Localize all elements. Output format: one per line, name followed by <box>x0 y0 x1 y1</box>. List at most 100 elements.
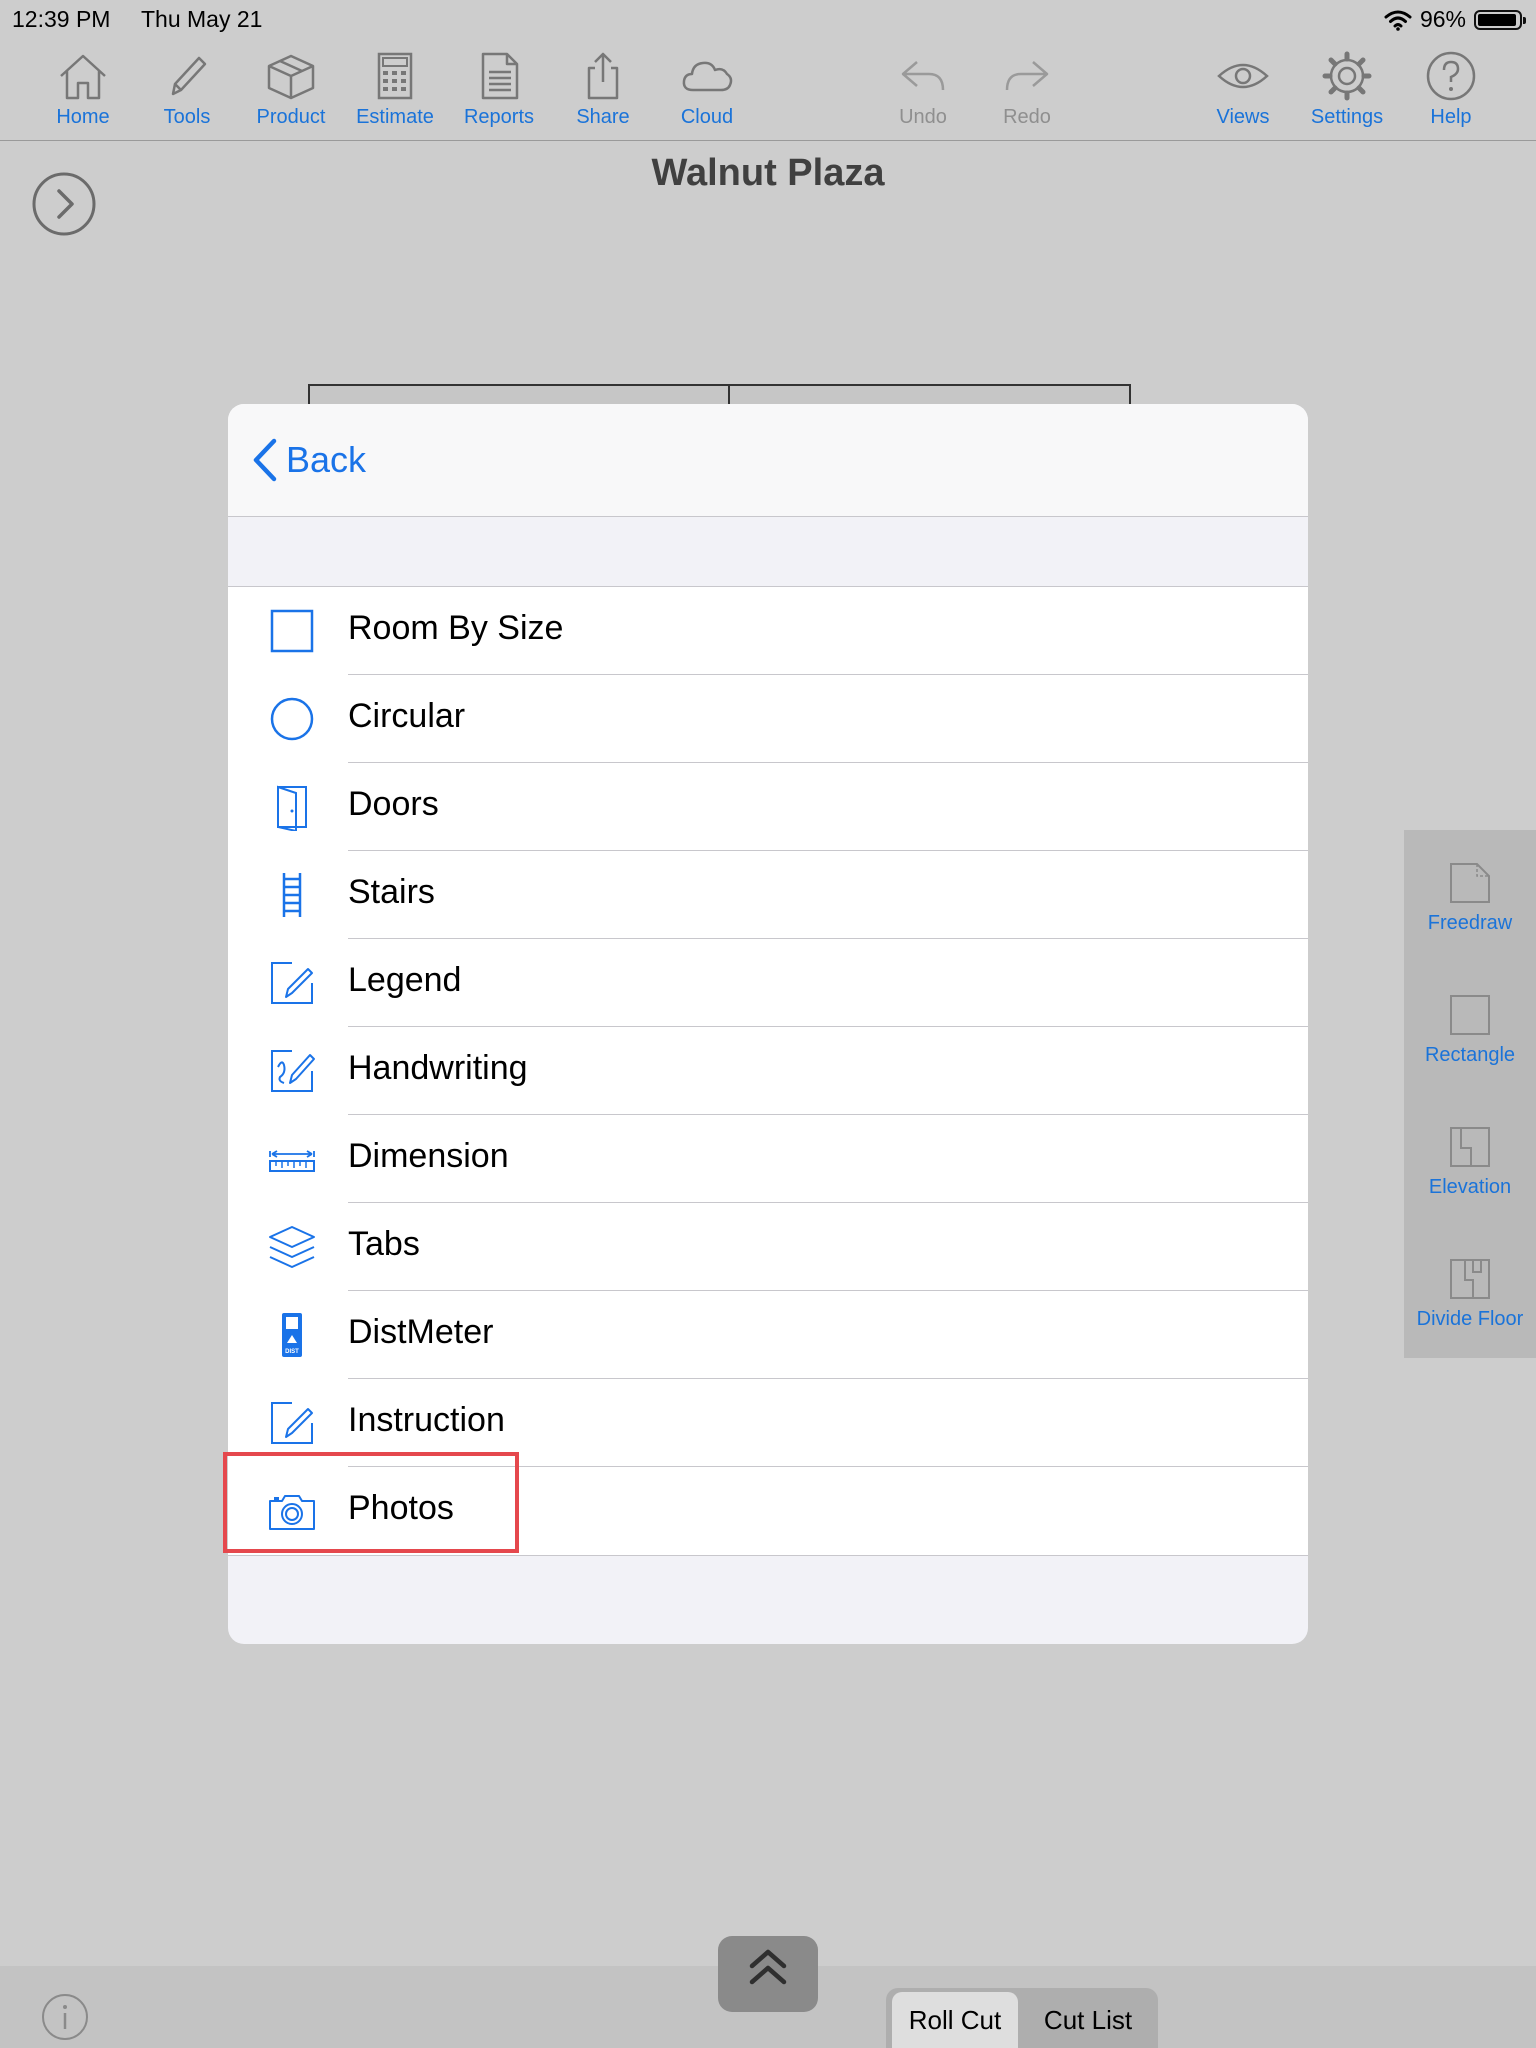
legend-pencil-icon <box>271 962 313 1004</box>
status-bar: 12:39 PM Thu May 21 96% <box>0 0 1536 40</box>
share-button[interactable]: Share <box>553 48 653 129</box>
floor-plan-room[interactable] <box>728 384 1131 406</box>
home-button[interactable]: Home <box>33 48 133 129</box>
redo-button[interactable]: Redo <box>977 48 1077 129</box>
views-button[interactable]: Views <box>1193 48 1293 129</box>
back-button[interactable]: Back <box>252 438 366 482</box>
freedraw-icon <box>1450 863 1490 903</box>
views-label: Views <box>1216 106 1270 128</box>
cut-view-segmented-control: Roll Cut Cut List <box>886 1988 1158 2048</box>
list-item-label: Instruction <box>348 1401 505 1439</box>
estimate-label: Estimate <box>356 106 434 128</box>
calculator-icon <box>377 52 413 100</box>
list-item-stairs[interactable]: Stairs <box>228 851 1308 939</box>
circle-icon <box>270 697 314 741</box>
home-label: Home <box>56 106 110 128</box>
list-item-label: Circular <box>348 697 466 735</box>
rectangle-icon <box>1450 995 1490 1035</box>
reports-button[interactable]: Reports <box>449 48 549 129</box>
list-item-handwriting[interactable]: Handwriting <box>228 1027 1308 1115</box>
pencil-icon <box>171 56 207 96</box>
elevation-button[interactable]: Elevation <box>1404 1124 1536 1199</box>
home-icon <box>60 54 106 100</box>
dimension-ruler-icon <box>269 1150 315 1172</box>
list-item-distmeter[interactable]: DIST DistMeter <box>228 1291 1308 1379</box>
back-label: Back <box>286 439 367 480</box>
cut-list-tab[interactable]: Cut List <box>1024 1992 1152 2048</box>
undo-label: Undo <box>899 106 947 128</box>
list-item-label: Dimension <box>348 1137 509 1175</box>
redo-icon <box>1005 61 1049 91</box>
instruction-pencil-icon <box>271 1402 313 1444</box>
list-item-legend[interactable]: Legend <box>228 939 1308 1027</box>
tools-button[interactable]: Tools <box>137 48 237 129</box>
gear-icon <box>1322 51 1372 101</box>
floor-plan-room[interactable] <box>308 384 730 406</box>
cloud-icon <box>682 61 733 92</box>
product-label: Product <box>256 106 326 128</box>
main-toolbar: Home Tools Product Estimate Reports Shar… <box>0 40 1536 141</box>
tools-label: Tools <box>163 106 211 128</box>
door-icon <box>277 785 307 831</box>
chevron-left-icon <box>253 438 277 482</box>
list-item-tabs[interactable]: Tabs <box>228 1203 1308 1291</box>
layers-icon <box>269 1226 315 1268</box>
divide-floor-label: Divide Floor <box>1416 1308 1524 1330</box>
divide-floor-icon <box>1450 1259 1490 1299</box>
estimate-button[interactable]: Estimate <box>345 48 445 129</box>
status-date: Thu May 21 <box>141 6 263 32</box>
help-button[interactable]: Help <box>1401 48 1501 129</box>
rectangle-button[interactable]: Rectangle <box>1404 992 1536 1067</box>
settings-label: Settings <box>1310 106 1384 128</box>
object-type-list: Room By Size Circular Doors Stairs Legen… <box>228 586 1308 1556</box>
divide-floor-button[interactable]: Divide Floor <box>1404 1256 1536 1331</box>
rectangle-label: Rectangle <box>1424 1044 1516 1066</box>
status-indicators: 96% <box>1384 6 1526 33</box>
distmeter-icon-text: DIST <box>285 1349 299 1355</box>
drawing-tools-panel: Freedraw Rectangle Elevation Divide Floo… <box>1404 830 1536 1358</box>
distmeter-icon: DIST <box>282 1313 302 1357</box>
box-icon <box>267 54 315 100</box>
list-item-label: Room By Size <box>348 609 564 647</box>
redo-label: Redo <box>1003 106 1051 128</box>
eye-icon <box>1217 63 1269 89</box>
double-chevron-up-icon <box>749 1949 787 1985</box>
freedraw-button[interactable]: Freedraw <box>1404 860 1536 935</box>
roll-cut-tab[interactable]: Roll Cut <box>892 1992 1018 2048</box>
document-title: Walnut Plaza <box>651 152 885 194</box>
battery-level <box>1478 13 1517 26</box>
list-item-room-by-size[interactable]: Room By Size <box>228 587 1308 675</box>
reports-label: Reports <box>463 106 535 128</box>
wifi-icon <box>1384 10 1412 31</box>
elevation-icon <box>1450 1127 1490 1167</box>
list-item-circular[interactable]: Circular <box>228 675 1308 763</box>
info-icon[interactable] <box>40 1992 90 2042</box>
undo-button[interactable]: Undo <box>873 48 973 129</box>
square-icon <box>270 609 314 653</box>
status-time: 12:39 PM <box>12 6 111 32</box>
cloud-label: Cloud <box>680 106 734 128</box>
expand-up-button[interactable] <box>718 1936 818 2012</box>
modal-nav-bar: Back <box>228 404 1308 517</box>
list-item-label: Doors <box>348 785 439 823</box>
battery-icon <box>1474 9 1526 30</box>
share-label: Share <box>576 106 630 128</box>
list-item-label: DistMeter <box>348 1313 494 1351</box>
photos-highlight-box <box>223 1452 519 1553</box>
freedraw-label: Freedraw <box>1427 912 1513 934</box>
list-item-label: Stairs <box>348 873 435 911</box>
document-icon <box>481 52 519 100</box>
list-item-dimension[interactable]: Dimension <box>228 1115 1308 1203</box>
handwriting-icon <box>271 1050 315 1092</box>
settings-button[interactable]: Settings <box>1297 48 1397 129</box>
help-icon <box>1426 51 1476 101</box>
share-icon <box>587 52 619 100</box>
list-item-doors[interactable]: Doors <box>228 763 1308 851</box>
stairs-icon <box>282 873 302 917</box>
list-item-label: Handwriting <box>348 1049 528 1087</box>
cloud-button[interactable]: Cloud <box>657 48 757 129</box>
undo-icon <box>901 61 945 91</box>
product-button[interactable]: Product <box>241 48 341 129</box>
elevation-label: Elevation <box>1428 1176 1512 1198</box>
list-item-label: Tabs <box>348 1225 420 1263</box>
